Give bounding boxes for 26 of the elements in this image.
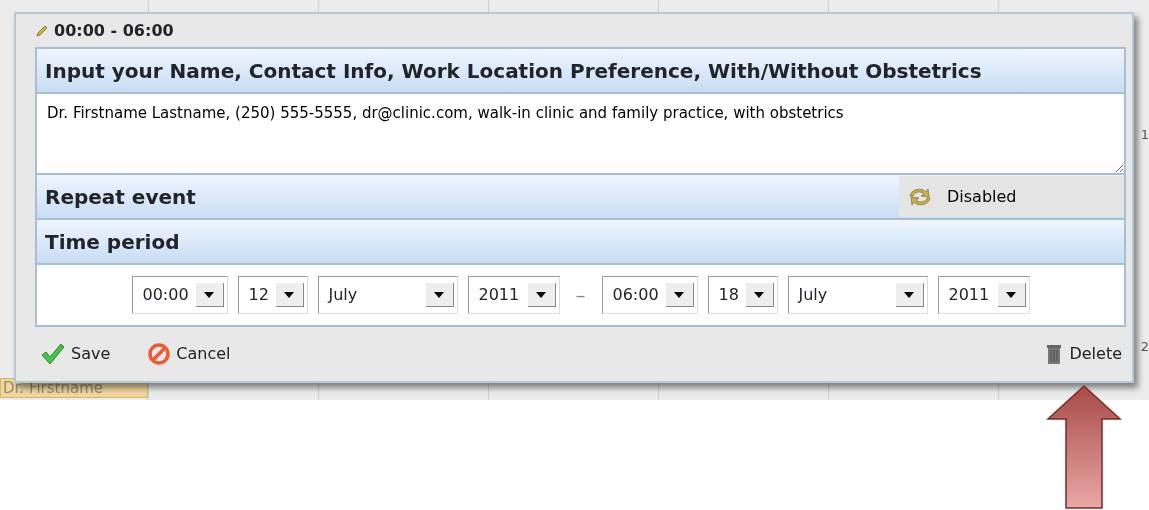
day-number: 1: [1140, 126, 1149, 144]
cancel-icon: [148, 343, 171, 365]
section-heading: Input your Name, Contact Info, Work Location Preference, With/Without Obstetrics: [44, 57, 982, 85]
dropdown[interactable]: July: [787, 276, 928, 314]
dropdown[interactable]: 2011: [467, 276, 560, 314]
checkmark-icon: [41, 343, 65, 365]
dropdown[interactable]: 00:00: [131, 276, 228, 314]
dialog-title: 00:00 - 06:00: [54, 19, 174, 42]
delete-button[interactable]: Delete: [1045, 342, 1122, 366]
dropdown[interactable]: 18: [707, 276, 778, 314]
repeat-toggle[interactable]: Disabled: [899, 176, 1124, 217]
section-heading: Time period: [44, 228, 180, 256]
range-separator: –: [574, 282, 587, 309]
save-button[interactable]: Save: [41, 342, 111, 366]
dropdown[interactable]: 12: [237, 276, 308, 314]
cancel-button[interactable]: Cancel: [148, 342, 231, 366]
pencil-icon: [35, 23, 49, 38]
section-heading: Repeat event: [44, 183, 196, 211]
input-field[interactable]: Dr. Firstname Lastname, (250) 555-5555, dr@clinic.com, walk-in clinic and family practice, with obstetrics: [37, 94, 1124, 175]
dropdown[interactable]: July: [317, 276, 458, 314]
repeat-icon: [907, 185, 933, 208]
dropdown[interactable]: 2011: [937, 276, 1030, 314]
trash-icon: [1045, 343, 1064, 365]
day-number: 2: [1140, 338, 1149, 356]
dropdown[interactable]: 06:00: [601, 276, 698, 314]
up-arrow-icon: [1046, 385, 1122, 509]
